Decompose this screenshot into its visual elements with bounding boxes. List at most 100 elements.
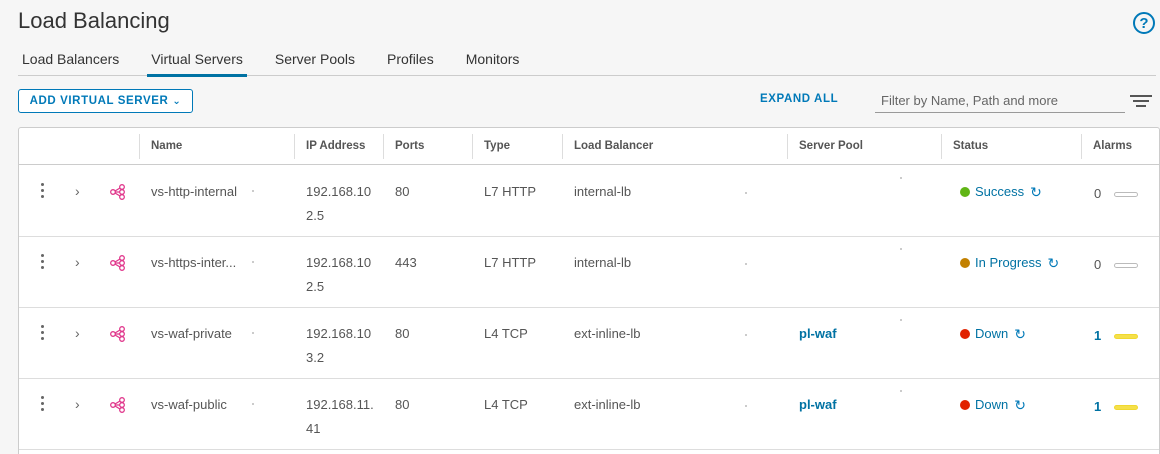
status-label: In Progress xyxy=(975,255,1042,270)
refresh-icon[interactable]: ↻ xyxy=(1014,393,1026,417)
virtual-server-icon xyxy=(109,184,127,200)
alarm-count: 0 xyxy=(1094,257,1102,272)
column-header-name[interactable]: Name xyxy=(139,128,294,165)
separator-dot xyxy=(252,332,254,334)
row-status[interactable]: Down ↻ xyxy=(960,393,1026,417)
separator-dot xyxy=(745,405,747,407)
alarm-bar xyxy=(1114,404,1138,410)
separator-dot xyxy=(900,319,902,321)
grid-header: Name IP Address Ports Type Load Balancer… xyxy=(19,128,1159,165)
separator-dot xyxy=(745,334,747,336)
status-dot xyxy=(960,329,970,339)
page-title: Load Balancing xyxy=(18,8,170,33)
filter-input[interactable] xyxy=(875,89,1125,113)
row-server-pool[interactable]: pl-waf xyxy=(799,322,837,346)
refresh-icon[interactable]: ↻ xyxy=(1014,322,1026,346)
column-header-alarms[interactable]: Alarms xyxy=(1081,128,1159,165)
row-ports: 443 xyxy=(395,255,417,270)
alarm-bar xyxy=(1114,191,1138,197)
table-row: › vs-waf-private 192.168.103.2 80 L4 TCP ext-… xyxy=(19,308,1159,379)
row-type: L7 HTTP xyxy=(484,255,537,270)
table-row: › vs-https-inter... 192.168.102.5 443 L7 HTT… xyxy=(19,237,1159,308)
expand-row-icon[interactable]: › xyxy=(75,397,85,411)
tab-profiles[interactable]: Profiles xyxy=(383,50,438,76)
tab-monitors[interactable]: Monitors xyxy=(462,50,524,76)
chevron-down-icon: ⌄ xyxy=(172,95,182,107)
row-type: L4 TCP xyxy=(484,397,528,412)
row-alarms[interactable]: 0 xyxy=(1094,182,1138,206)
separator-dot xyxy=(900,248,902,250)
kebab-menu-icon[interactable] xyxy=(39,183,45,199)
column-header-server-pool[interactable]: Server Pool xyxy=(787,128,941,165)
row-alarms[interactable]: 1 xyxy=(1094,395,1138,419)
expand-all-button[interactable]: EXPAND ALL xyxy=(760,93,838,105)
virtual-server-icon xyxy=(109,255,127,271)
help-icon[interactable]: ? xyxy=(1133,12,1155,34)
add-virtual-server-label: ADD VIRTUAL SERVER xyxy=(29,95,169,107)
separator-dot xyxy=(252,190,254,192)
row-status[interactable]: Success ↻ xyxy=(960,180,1042,204)
separator-dot xyxy=(900,177,902,179)
row-load-balancer: ext-inline-lb xyxy=(574,397,641,412)
tab-server-pools[interactable]: Server Pools xyxy=(271,50,359,76)
table-row: › vs-waf-public 192.168.11.41 80 L4 TCP ext-i… xyxy=(19,379,1159,450)
alarm-count: 1 xyxy=(1094,399,1102,414)
expand-row-icon[interactable]: › xyxy=(75,184,85,198)
virtual-servers-grid: Name IP Address Ports Type Load Balancer… xyxy=(18,127,1160,454)
kebab-menu-icon[interactable] xyxy=(39,254,45,270)
row-type: L4 TCP xyxy=(484,326,528,341)
row-alarms[interactable]: 1 xyxy=(1094,324,1138,348)
alarm-bar xyxy=(1114,333,1138,339)
row-ip-address: 192.168.11.41 xyxy=(306,397,374,436)
row-name[interactable]: vs-https-inter... xyxy=(151,251,236,275)
refresh-icon[interactable]: ↻ xyxy=(1047,251,1059,275)
status-label: Down xyxy=(975,397,1009,412)
separator-dot xyxy=(745,263,747,265)
alarm-count: 0 xyxy=(1094,186,1102,201)
row-server-pool[interactable]: pl-waf xyxy=(799,393,837,417)
status-dot xyxy=(960,187,970,197)
row-status[interactable]: Down ↻ xyxy=(960,322,1026,346)
row-name[interactable]: vs-waf-private xyxy=(151,322,232,346)
tab-bar: Load Balancers Virtual Servers Server Po… xyxy=(18,50,1156,77)
virtual-server-icon xyxy=(109,397,127,413)
row-load-balancer: ext-inline-lb xyxy=(574,326,641,341)
expand-row-icon[interactable]: › xyxy=(75,326,85,340)
row-status[interactable]: In Progress ↻ xyxy=(960,251,1059,275)
status-dot xyxy=(960,400,970,410)
separator-dot xyxy=(745,192,747,194)
add-virtual-server-button[interactable]: ADD VIRTUAL SERVER ⌄ xyxy=(18,89,193,113)
column-header-status[interactable]: Status xyxy=(941,128,1081,165)
row-load-balancer: internal-lb xyxy=(574,184,632,199)
column-header-load-balancer[interactable]: Load Balancer xyxy=(562,128,787,165)
separator-dot xyxy=(900,390,902,392)
kebab-menu-icon[interactable] xyxy=(39,396,45,412)
row-ports: 80 xyxy=(395,326,410,341)
tab-virtual-servers[interactable]: Virtual Servers xyxy=(147,50,247,77)
separator-dot xyxy=(252,403,254,405)
column-header-type[interactable]: Type xyxy=(472,128,562,165)
filter-icon[interactable] xyxy=(1130,95,1152,109)
row-ip-address: 192.168.102.5 xyxy=(306,184,372,223)
table-row: › vs-http-internal 192.168.102.5 80 L7 HTTP i… xyxy=(19,166,1159,237)
row-alarms[interactable]: 0 xyxy=(1094,253,1138,277)
row-load-balancer: internal-lb xyxy=(574,255,632,270)
row-type: L7 HTTP xyxy=(484,184,537,199)
kebab-menu-icon[interactable] xyxy=(39,325,45,341)
column-header-ip[interactable]: IP Address xyxy=(294,128,383,165)
row-ip-address: 192.168.103.2 xyxy=(306,326,372,365)
refresh-icon[interactable]: ↻ xyxy=(1030,180,1042,204)
row-name[interactable]: vs-http-internal xyxy=(151,180,237,204)
row-ip-address: 192.168.102.5 xyxy=(306,255,372,294)
row-ports: 80 xyxy=(395,397,410,412)
alarm-count: 1 xyxy=(1094,328,1102,343)
separator-dot xyxy=(252,261,254,263)
status-label: Success xyxy=(975,184,1025,199)
tab-load-balancers[interactable]: Load Balancers xyxy=(18,50,123,76)
status-dot xyxy=(960,258,970,268)
column-header-ports[interactable]: Ports xyxy=(383,128,472,165)
alarm-bar xyxy=(1114,262,1138,268)
row-ports: 80 xyxy=(395,184,410,199)
expand-row-icon[interactable]: › xyxy=(75,255,85,269)
row-name[interactable]: vs-waf-public xyxy=(151,393,227,417)
